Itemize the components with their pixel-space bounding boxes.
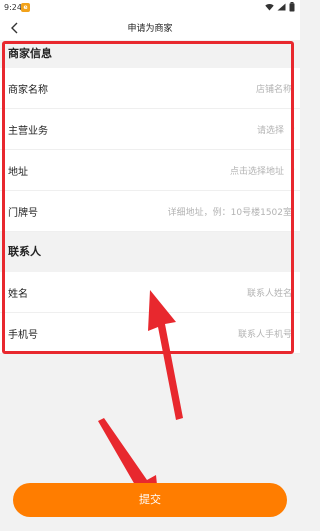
merchant-application-form: 商家信息 商家名称 店铺名称 主营业务 请选择 › 地址 点击选择地址 › 门牌… <box>0 40 300 354</box>
section-header-merchant: 商家信息 <box>0 40 300 68</box>
contact-name-field[interactable]: 姓名 联系人姓名 <box>0 272 300 313</box>
wifi-icon <box>265 3 274 11</box>
submit-button[interactable]: 提交 <box>13 483 287 517</box>
status-time: 9:24 <box>4 3 22 12</box>
address-field[interactable]: 地址 点击选择地址 › <box>0 150 300 191</box>
field-label: 手机号 <box>8 330 38 341</box>
field-label: 商家名称 <box>8 85 48 96</box>
battery-icon <box>289 2 295 12</box>
signal-icon <box>277 3 286 11</box>
house-number-field[interactable]: 门牌号 详细地址，例：10号楼1502室 <box>0 191 300 232</box>
main-business-field[interactable]: 主营业务 请选择 › <box>0 109 300 150</box>
address-select[interactable]: 点击选择地址 <box>230 164 284 177</box>
chevron-right-icon: › <box>291 123 295 134</box>
status-icons <box>265 2 295 12</box>
field-label: 门牌号 <box>8 208 38 219</box>
app-notification-icon: e <box>21 3 30 12</box>
nav-bar: 申请为商家 <box>0 16 300 40</box>
field-label: 姓名 <box>8 289 28 300</box>
chevron-right-icon: › <box>291 164 295 175</box>
field-label: 地址 <box>8 167 28 178</box>
main-business-select[interactable]: 请选择 <box>257 123 284 136</box>
merchant-name-field[interactable]: 商家名称 店铺名称 <box>0 68 300 109</box>
status-bar: 9:24 e <box>0 0 300 16</box>
contact-phone-field[interactable]: 手机号 联系人手机号 <box>0 313 300 354</box>
contact-name-input[interactable]: 联系人姓名 <box>247 286 292 299</box>
section-header-contact: 联系人 <box>0 232 300 272</box>
contact-phone-input[interactable]: 联系人手机号 <box>238 327 292 340</box>
merchant-name-input[interactable]: 店铺名称 <box>256 82 292 95</box>
field-label: 主营业务 <box>8 126 48 137</box>
page-title: 申请为商家 <box>127 24 173 34</box>
house-number-input[interactable]: 详细地址，例：10号楼1502室 <box>168 205 292 218</box>
